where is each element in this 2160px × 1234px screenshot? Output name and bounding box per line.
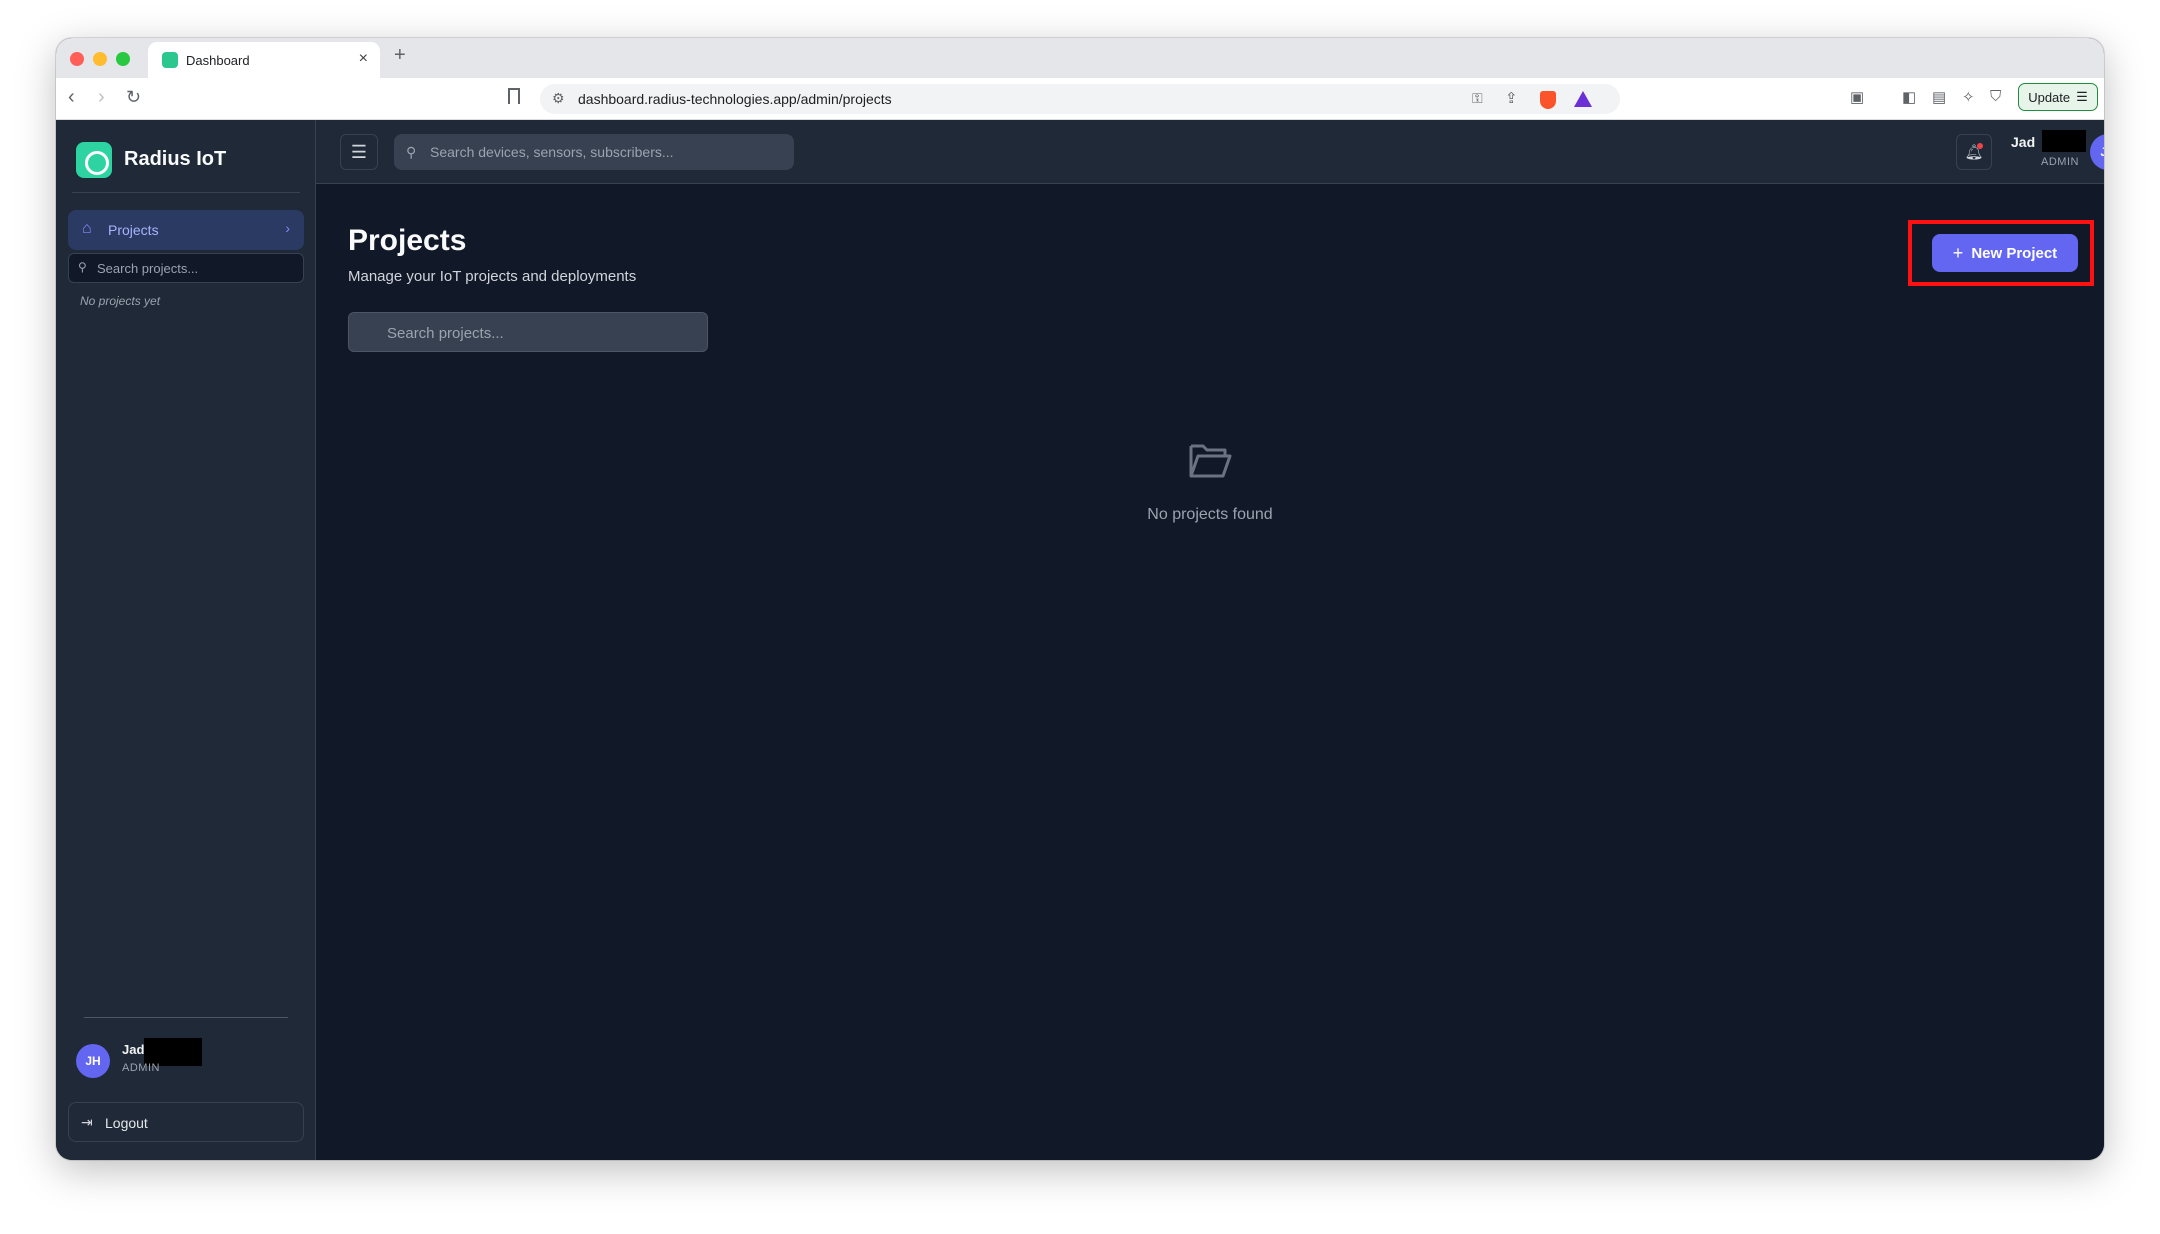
tab-title: Dashboard	[186, 53, 250, 68]
sidebar-search: ⚲	[68, 253, 304, 283]
header-user-name: Jad	[2011, 134, 2036, 150]
redacted-block	[2042, 130, 2086, 152]
sidebar-bottom-divider	[84, 1017, 288, 1018]
maximize-window-button[interactable]	[116, 52, 130, 66]
new-project-button[interactable]: + New Project	[1932, 234, 2078, 272]
brand-logo-icon	[76, 142, 112, 178]
address-url: dashboard.radius-technologies.app/admin/…	[578, 91, 892, 107]
password-key-icon[interactable]: ⚿	[1472, 90, 1483, 107]
leo-ai-icon[interactable]: ✧	[1962, 88, 1975, 106]
user-role: ADMIN	[122, 1062, 160, 1074]
wallet-icon[interactable]: ▤	[1932, 88, 1946, 106]
address-bar[interactable]: ⚙ dashboard.radius-technologies.app/admi…	[540, 84, 1620, 114]
new-project-highlight: + New Project	[1908, 220, 2094, 286]
logout-label: Logout	[105, 1115, 148, 1131]
brave-rewards-icon[interactable]	[1574, 91, 1592, 107]
search-icon: ⚲	[78, 260, 87, 274]
new-tab-button[interactable]: +	[394, 44, 406, 67]
minimize-window-button[interactable]	[93, 52, 107, 66]
tab-strip: Dashboard × +	[56, 38, 2104, 78]
favicon-icon	[162, 52, 178, 68]
menu-toggle-button[interactable]: ☰	[340, 134, 378, 170]
user-name: Jad	[122, 1042, 145, 1057]
brave-shields-icon[interactable]	[1540, 91, 1556, 109]
project-search	[348, 312, 708, 352]
chevron-right-icon: ›	[285, 220, 290, 236]
notification-dot	[1977, 143, 1983, 149]
logout-button[interactable]: ⇥ Logout	[68, 1102, 304, 1142]
global-search: ⚲	[394, 134, 794, 170]
page-subtitle: Manage your IoT projects and deployments	[348, 268, 637, 285]
share-icon[interactable]: ⇪	[1505, 89, 1518, 107]
header-user-role: ADMIN	[2041, 156, 2079, 168]
reload-icon[interactable]: ↻	[126, 87, 141, 108]
global-search-input[interactable]	[430, 142, 782, 162]
new-project-label: New Project	[1971, 244, 2058, 262]
avatar[interactable]: JH	[76, 1044, 110, 1078]
logout-icon: ⇥	[81, 1114, 93, 1130]
tab-close-icon[interactable]: ×	[359, 50, 368, 68]
forward-icon[interactable]: ›	[98, 86, 105, 109]
app: Radius IoT ⌂ Projects › ⚲ No projects ye…	[56, 120, 2104, 1160]
reader-mode-icon[interactable]: ▣	[1850, 88, 1864, 106]
hamburger-icon: ☰	[350, 141, 368, 162]
browser-window: Dashboard × + ‹ › ↻ ⚙ dashboard.radius-t…	[56, 38, 2104, 1160]
home-icon: ⌂	[82, 220, 92, 237]
notifications-button[interactable]: 🔔︎	[1956, 134, 1992, 170]
close-window-button[interactable]	[70, 52, 84, 66]
folder-open-icon	[1189, 444, 1232, 478]
update-button[interactable]: Update ☰	[2018, 83, 2098, 111]
bookmark-icon[interactable]	[508, 88, 520, 104]
project-search-input[interactable]	[387, 323, 687, 343]
main-content: Projects Manage your IoT projects and de…	[316, 184, 2104, 1160]
empty-state-text: No projects found	[1147, 506, 1273, 523]
sidebar-toggle-icon[interactable]: ◧	[1902, 88, 1916, 106]
page-title: Projects	[348, 224, 467, 257]
browser-tab-dashboard[interactable]: Dashboard ×	[148, 42, 380, 78]
vpn-shield-icon[interactable]: ⛉	[1990, 88, 2001, 105]
update-label: Update	[2028, 89, 2071, 105]
top-header: ☰ ⚲ 🔔︎ Jad ADMIN JH	[316, 120, 2104, 184]
sidebar-empty-text: No projects yet	[80, 294, 161, 308]
sidebar: Radius IoT ⌂ Projects › ⚲ No projects ye…	[56, 120, 316, 1160]
browser-toolbar: ‹ › ↻ ⚙ dashboard.radius-technologies.ap…	[56, 78, 2104, 120]
site-settings-icon[interactable]: ⚙	[552, 90, 565, 107]
back-icon[interactable]: ‹	[68, 86, 75, 109]
menu-icon: ☰	[2076, 89, 2088, 104]
search-icon: ⚲	[406, 144, 417, 160]
plus-icon: +	[1952, 242, 1964, 263]
sidebar-search-input[interactable]	[97, 258, 297, 278]
sidebar-divider	[72, 192, 300, 193]
sidebar-item-projects[interactable]: ⌂ Projects ›	[68, 210, 304, 250]
header-avatar[interactable]: JH	[2090, 134, 2104, 170]
sidebar-item-label: Projects	[108, 222, 159, 238]
brand-name: Radius IoT	[124, 148, 227, 170]
